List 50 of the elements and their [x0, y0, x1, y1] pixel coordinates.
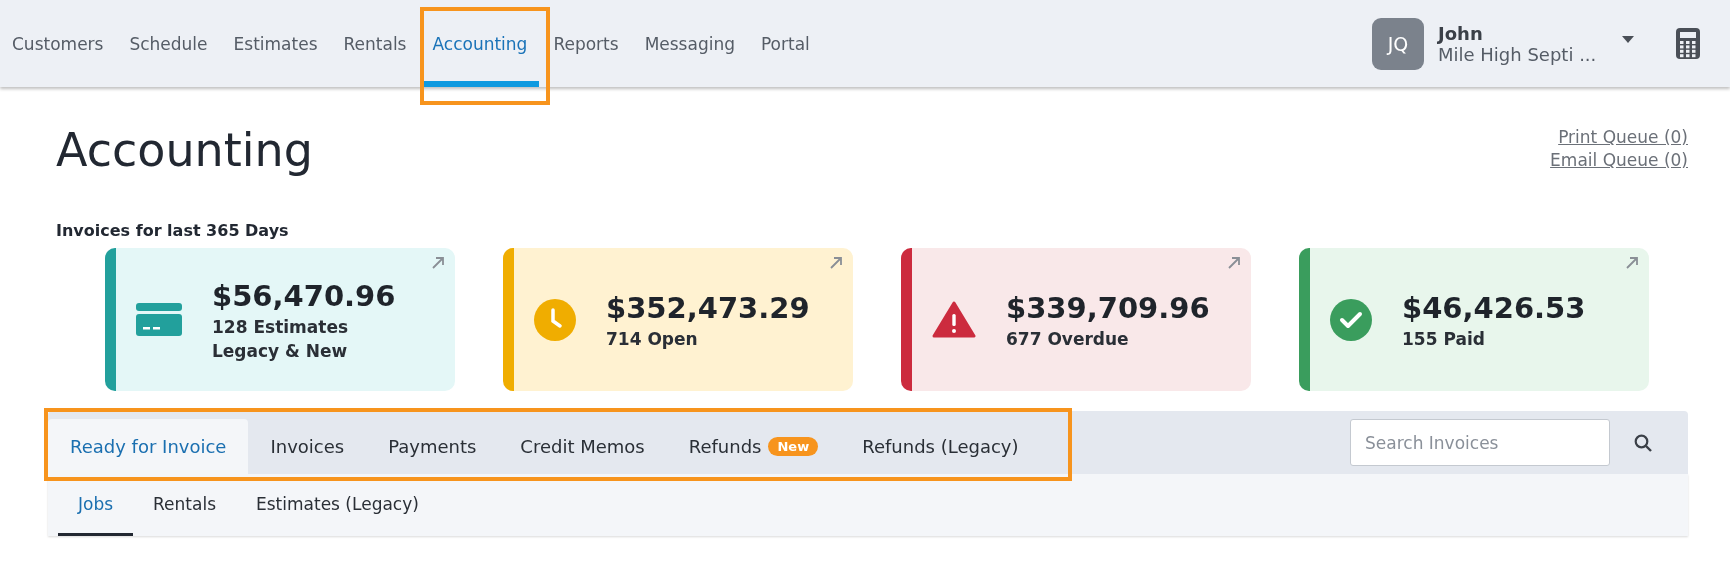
- summary-card[interactable]: $352,473.29 714 Open: [503, 248, 853, 391]
- amount: $352,473.29: [606, 290, 810, 325]
- sub-tab[interactable]: Estimates (Legacy): [236, 474, 439, 536]
- calculator-icon[interactable]: [1676, 28, 1700, 59]
- card-caption: 128 Estimates: [212, 316, 350, 337]
- card-caption: 714 Open: [606, 328, 699, 349]
- tab[interactable]: Refunds (Legacy): [840, 419, 1041, 474]
- nav-link[interactable]: Messaging: [632, 0, 747, 87]
- nav-link[interactable]: Customers: [0, 0, 116, 87]
- nav-link[interactable]: Accounting: [420, 0, 540, 87]
- nav-link[interactable]: Rentals: [331, 0, 419, 87]
- queue-link[interactable]: Print Queue (0): [1558, 127, 1688, 147]
- amount: $56,470.96: [212, 278, 396, 313]
- check-circle-icon: [1330, 298, 1372, 341]
- credit-card-icon: [136, 300, 182, 339]
- search-field[interactable]: Search Invoices: [1350, 419, 1610, 466]
- card-caption: 155 Paid: [1402, 328, 1486, 349]
- sub-tab[interactable]: Jobs: [58, 474, 134, 536]
- card-caption: Legacy & New: [212, 340, 349, 361]
- expand-arrow-icon[interactable]: [431, 256, 445, 270]
- summary-card[interactable]: $46,426.53 155 Paid: [1299, 248, 1649, 391]
- section-heading: Invoices for last 365 Days: [56, 221, 290, 240]
- expand-arrow-icon[interactable]: [829, 256, 843, 270]
- expand-arrow-icon[interactable]: [1625, 256, 1639, 270]
- search-icon: [1634, 433, 1652, 452]
- amount: $46,426.53: [1402, 290, 1586, 325]
- tab[interactable]: Ready for Invoice: [48, 419, 249, 474]
- nav-link[interactable]: Schedule: [117, 0, 220, 87]
- tab[interactable]: Invoices: [248, 419, 367, 474]
- amount: $339,709.96: [1006, 290, 1210, 325]
- new-badge: New: [768, 437, 819, 456]
- user-name: John: [1438, 22, 1484, 44]
- tab[interactable]: Refunds New: [666, 419, 841, 474]
- warning-icon: [932, 300, 976, 339]
- tab[interactable]: Payments: [366, 419, 499, 474]
- nav-link[interactable]: Reports: [541, 0, 631, 87]
- user-avatar[interactable]: JQ: [1372, 17, 1424, 70]
- nav-link[interactable]: Estimates: [221, 0, 330, 87]
- tab[interactable]: Credit Memos: [498, 419, 667, 474]
- sub-tab[interactable]: Rentals: [133, 474, 236, 536]
- clock-icon: [534, 298, 576, 341]
- card-caption: 677 Overdue: [1006, 328, 1130, 349]
- summary-card[interactable]: $56,470.96 128 Estimates Legacy & New: [105, 248, 455, 391]
- page-title: Accounting: [56, 123, 313, 177]
- expand-arrow-icon[interactable]: [1227, 256, 1241, 270]
- company-name: Mile High Septi ...: [1438, 43, 1598, 65]
- nav-link[interactable]: Portal: [748, 0, 822, 87]
- summary-card[interactable]: $339,709.96 677 Overdue: [901, 248, 1251, 391]
- queue-link[interactable]: Email Queue (0): [1550, 150, 1688, 170]
- caret-icon[interactable]: [1622, 36, 1634, 43]
